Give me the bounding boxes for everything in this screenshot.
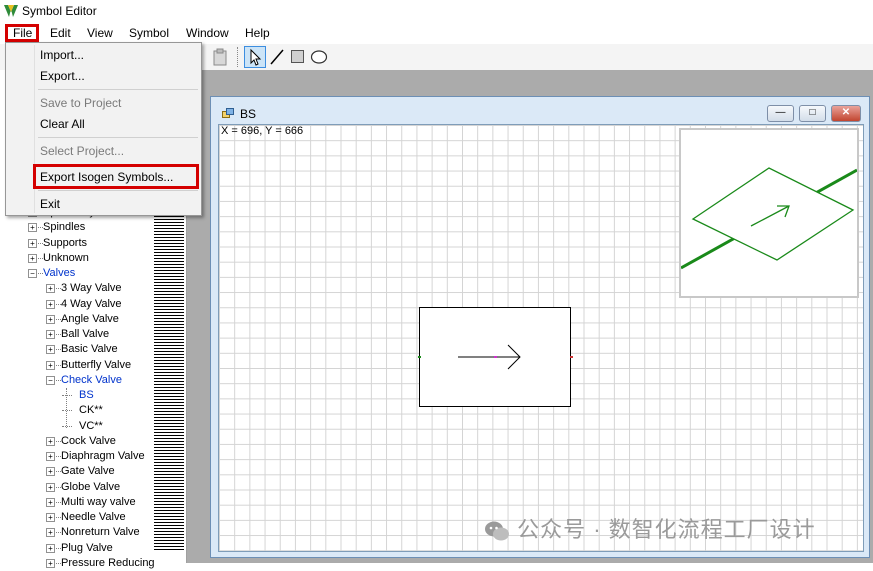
- pointer-icon[interactable]: [244, 46, 266, 68]
- maximize-button[interactable]: □: [799, 105, 826, 122]
- expand-icon[interactable]: +: [28, 238, 37, 248]
- menu-item-save-to-project: Save to Project: [40, 96, 122, 110]
- tree-item-label: Unknown: [43, 251, 89, 264]
- tree-item-label: Butterfly Valve: [61, 358, 132, 371]
- close-button[interactable]: ✕: [831, 105, 861, 122]
- collapse-icon[interactable]: −: [46, 375, 55, 385]
- minimize-button[interactable]: —: [767, 105, 794, 122]
- menu-view[interactable]: View: [87, 26, 113, 40]
- expand-icon[interactable]: +: [46, 284, 55, 294]
- file-menu-highlight: [5, 24, 39, 42]
- expand-icon[interactable]: +: [46, 528, 55, 538]
- export-isogen-highlight: [33, 164, 199, 189]
- tree-item-label: Plug Valve: [61, 541, 113, 554]
- rectangle-icon[interactable]: [290, 48, 306, 66]
- tree-connector: [62, 395, 72, 396]
- tree-item-label: CK**: [79, 404, 103, 417]
- menu-item-select-project: Select Project...: [40, 144, 125, 158]
- expand-icon[interactable]: +: [46, 360, 55, 370]
- title-bar: [0, 0, 873, 22]
- tree-item-label: Diaphragm Valve: [61, 450, 145, 462]
- tree-item-label: Supports: [43, 236, 88, 249]
- tree-item-label: Ball Valve: [61, 328, 110, 340]
- menu-item-clear-all[interactable]: Clear All: [40, 117, 85, 131]
- tree-item-label: Cock Valve: [61, 434, 116, 447]
- tree-item-label: Valves: [43, 267, 76, 279]
- watermark: 公众号 · 数智化流程工厂设计: [484, 512, 816, 544]
- expand-icon[interactable]: +: [28, 253, 37, 263]
- tree-item-label: VC**: [79, 419, 103, 432]
- window-icon: [222, 108, 234, 118]
- collapse-icon[interactable]: −: [28, 269, 37, 278]
- toolbar-separator: [237, 47, 239, 67]
- tree-item-label: Angle Valve: [61, 312, 119, 325]
- expand-icon[interactable]: +: [46, 345, 55, 355]
- vertical-ruler: [154, 210, 184, 550]
- line-icon[interactable]: [269, 48, 285, 66]
- expand-icon[interactable]: +: [28, 223, 37, 233]
- tree-item-label: Spindles: [43, 221, 86, 234]
- menu-item-export[interactable]: Export...: [40, 69, 85, 83]
- menu-separator: [38, 190, 198, 191]
- tree-item-label: 4 Way Valve: [61, 297, 122, 310]
- menu-item-exit[interactable]: Exit: [40, 197, 60, 211]
- tree-item-label: Check Valve: [61, 373, 122, 386]
- tree-item-label: Basic Valve: [61, 343, 118, 356]
- menu-symbol[interactable]: Symbol: [129, 26, 169, 40]
- menu-window[interactable]: Window: [186, 26, 229, 40]
- tree-item-label: BS: [79, 389, 94, 401]
- app-icon: [4, 5, 18, 17]
- tree-item-label: Globe Valve: [61, 480, 121, 493]
- tree-item-label: Nonreturn Valve: [61, 526, 140, 539]
- expand-icon[interactable]: +: [46, 452, 55, 461]
- tree-item-label: Pressure Reducing: [61, 556, 155, 569]
- expand-icon[interactable]: +: [46, 467, 55, 477]
- expand-icon[interactable]: +: [46, 558, 55, 568]
- menu-separator: [38, 137, 198, 138]
- paste-icon[interactable]: [212, 48, 228, 66]
- menu-help[interactable]: Help: [245, 26, 270, 40]
- tree-item-label: 3 Way Valve: [61, 282, 122, 295]
- expand-icon[interactable]: +: [46, 299, 55, 309]
- expand-icon[interactable]: +: [46, 513, 55, 522]
- menu-bar: File Edit View Symbol Window Help: [0, 22, 873, 44]
- watermark-text: 公众号 · 数智化流程工厂设计: [517, 517, 816, 542]
- app-title: Symbol Editor: [22, 4, 97, 18]
- expand-icon[interactable]: +: [46, 330, 55, 339]
- ruler-marker: [170, 369, 182, 370]
- tree-connector: [66, 388, 67, 428]
- expand-icon[interactable]: +: [46, 497, 55, 507]
- menu-edit[interactable]: Edit: [50, 26, 71, 40]
- wechat-icon: [484, 520, 510, 542]
- menu-separator: [38, 89, 198, 90]
- tree-item-label: Needle Valve: [61, 511, 126, 523]
- expand-icon[interactable]: +: [46, 482, 55, 492]
- menu-item-import[interactable]: Import...: [40, 48, 84, 62]
- tree-connector: [62, 410, 72, 412]
- tree-item-label: Multi way valve: [61, 495, 136, 508]
- flow-arrow-symbol[interactable]: [416, 340, 576, 374]
- isometric-preview-drawing: [681, 167, 857, 270]
- tree-connector: [62, 425, 72, 427]
- cursor-coordinates: X = 696, Y = 666: [221, 125, 304, 137]
- expand-icon[interactable]: +: [46, 314, 55, 324]
- child-window-title: BS: [240, 107, 257, 121]
- expand-icon[interactable]: +: [46, 543, 55, 553]
- tree-item-label: Gate Valve: [61, 465, 115, 478]
- expand-icon[interactable]: +: [46, 436, 55, 446]
- ellipse-icon[interactable]: [310, 48, 328, 66]
